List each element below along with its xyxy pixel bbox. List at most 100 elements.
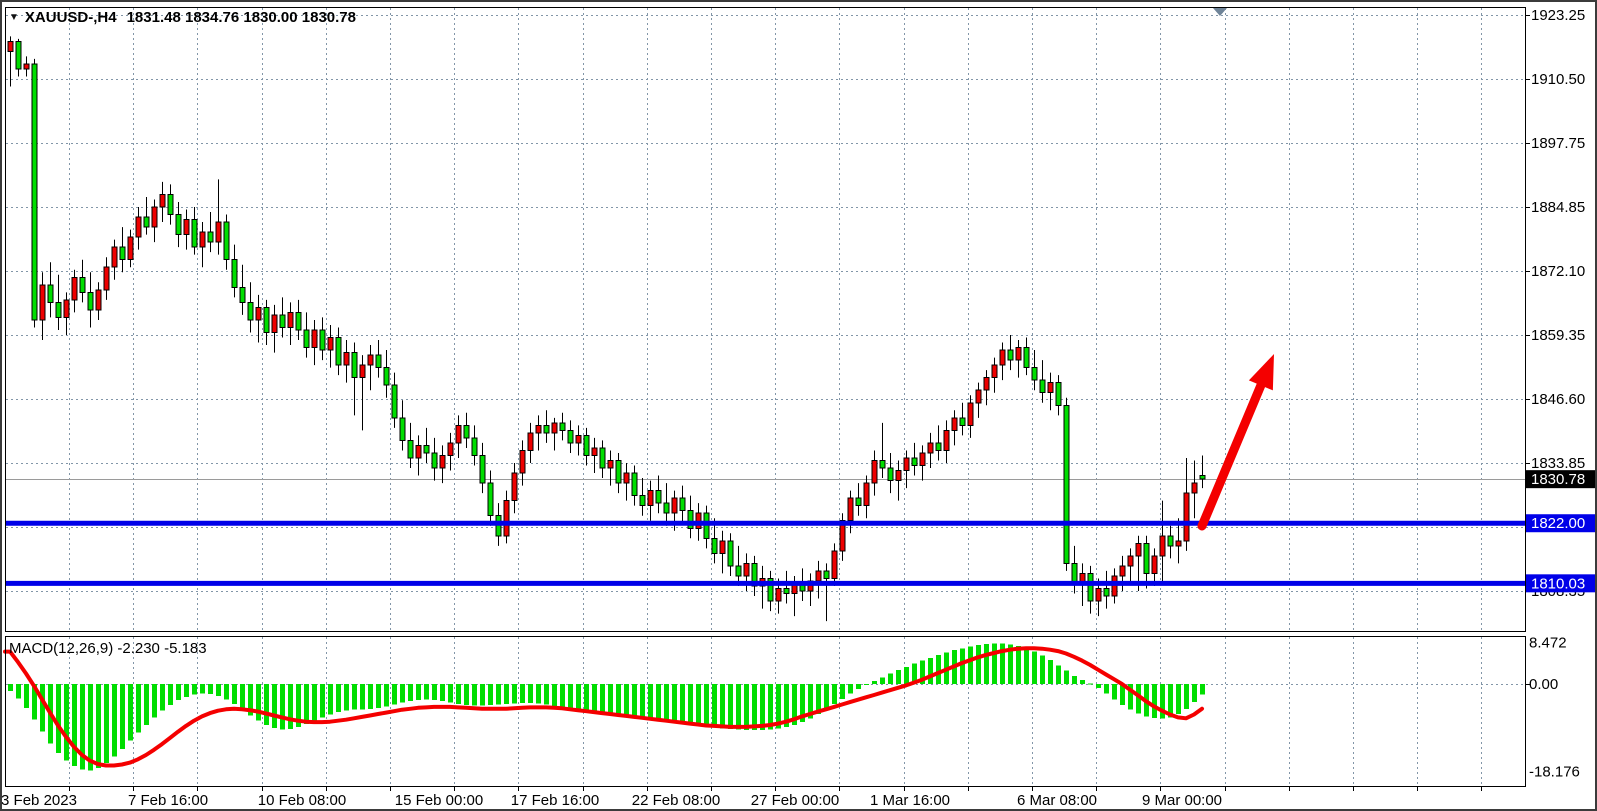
candle-body	[856, 498, 861, 506]
macd-histogram-bar	[928, 658, 933, 684]
candle-body	[328, 338, 333, 351]
chart-shift-marker-icon[interactable]	[1213, 8, 1227, 16]
candle-body	[1088, 573, 1093, 601]
macd-histogram-bar	[464, 684, 469, 705]
candle-body	[304, 330, 309, 348]
candle-body	[1160, 536, 1165, 556]
macd-histogram-bar	[704, 684, 709, 726]
price-axis-label: 1833.85	[1531, 455, 1585, 472]
candle-body	[160, 194, 165, 207]
macd-histogram-bar	[720, 684, 725, 728]
macd-histogram-bar	[328, 684, 333, 715]
candle-body	[320, 330, 325, 350]
macd-axis-label: -18.176	[1529, 764, 1580, 781]
macd-histogram-bar	[672, 684, 677, 723]
candle-body	[360, 365, 365, 378]
candle-body	[952, 418, 957, 431]
candle-body	[248, 302, 253, 320]
macd-histogram-bar	[1040, 655, 1045, 684]
time-axis-label: 3 Feb 2023	[2, 792, 77, 809]
macd-histogram-bar	[840, 684, 845, 699]
macd-histogram-bar	[456, 684, 461, 704]
candle-body	[392, 385, 397, 418]
macd-histogram-bar	[104, 684, 109, 763]
candle-body	[240, 287, 245, 302]
candle-body	[736, 566, 741, 576]
trend-arrow-shaft[interactable]	[1202, 380, 1263, 526]
macd-histogram-bar	[448, 684, 453, 703]
candle-body	[896, 471, 901, 481]
candle-body	[280, 315, 285, 328]
symbol-dropdown-icon[interactable]: ▼	[9, 12, 19, 23]
macd-histogram-bar	[400, 684, 405, 703]
candle-body	[968, 403, 973, 426]
macd-histogram-bar	[1200, 684, 1205, 695]
candle-body	[888, 468, 893, 481]
macd-histogram-bar	[112, 684, 117, 756]
candle-body	[448, 443, 453, 456]
candle-body	[536, 425, 541, 433]
candle-body	[528, 433, 533, 451]
macd-histogram-bar	[1152, 684, 1157, 718]
candle-body	[1176, 541, 1181, 546]
candle-body	[1112, 576, 1117, 596]
candle-body	[816, 571, 821, 581]
macd-histogram-bar	[552, 684, 557, 706]
candle-body	[560, 423, 565, 431]
candle-body	[576, 435, 581, 443]
candle-body	[1104, 588, 1109, 596]
candle-body	[880, 460, 885, 468]
candle-body	[824, 571, 829, 579]
candle-body	[784, 588, 789, 593]
macd-histogram-bar	[1048, 660, 1053, 684]
macd-histogram-bar	[680, 684, 685, 724]
macd-histogram-bar	[848, 684, 853, 694]
macd-histogram-bar	[352, 684, 357, 710]
candle-body	[224, 222, 229, 260]
time-axis-label: 10 Feb 08:00	[258, 792, 346, 809]
chart-canvas[interactable]: 1923.251910.501897.751884.851872.101859.…	[2, 2, 1597, 811]
candle-body	[1000, 350, 1005, 365]
candle-body	[1008, 350, 1013, 360]
candle-body	[648, 491, 653, 506]
macd-histogram-bar	[832, 684, 837, 704]
candle-body	[712, 538, 717, 553]
candle-body	[16, 41, 21, 69]
trend-arrow-head[interactable]	[1249, 354, 1274, 390]
candle-body	[864, 483, 869, 506]
candle-body	[1136, 543, 1141, 556]
candle-body	[520, 450, 525, 473]
macd-histogram-bar	[424, 684, 429, 700]
candle-body	[112, 247, 117, 267]
candle-body	[656, 491, 661, 504]
candle-body	[376, 355, 381, 368]
candle-body	[504, 501, 509, 536]
candle-body	[664, 503, 669, 513]
candle-body	[232, 260, 237, 288]
candle-body	[408, 440, 413, 458]
macd-histogram-bar	[432, 684, 437, 700]
macd-histogram-bar	[408, 684, 413, 701]
macd-histogram-bar	[176, 684, 181, 700]
time-axis-label: 22 Feb 08:00	[632, 792, 720, 809]
price-axis-label: 1910.50	[1531, 71, 1585, 88]
candle-body	[960, 418, 965, 426]
macd-histogram-bar	[488, 684, 493, 705]
macd-histogram-bar	[496, 684, 501, 704]
macd-histogram-bar	[96, 684, 101, 768]
macd-histogram-bar	[184, 684, 189, 697]
candle-body	[384, 368, 389, 386]
macd-histogram-bar	[648, 684, 653, 720]
candle-body	[464, 425, 469, 438]
macd-histogram-bar	[1112, 684, 1117, 699]
macd-histogram-bar	[1176, 684, 1181, 714]
candle-body	[1184, 493, 1189, 541]
macd-histogram-bar	[288, 684, 293, 729]
macd-histogram-bar	[728, 684, 733, 729]
macd-histogram-bar	[368, 684, 373, 709]
macd-histogram-bar	[360, 684, 365, 709]
macd-histogram-bar	[384, 684, 389, 706]
candle-body	[208, 232, 213, 242]
macd-histogram-bar	[128, 684, 133, 741]
candle-body	[872, 460, 877, 483]
